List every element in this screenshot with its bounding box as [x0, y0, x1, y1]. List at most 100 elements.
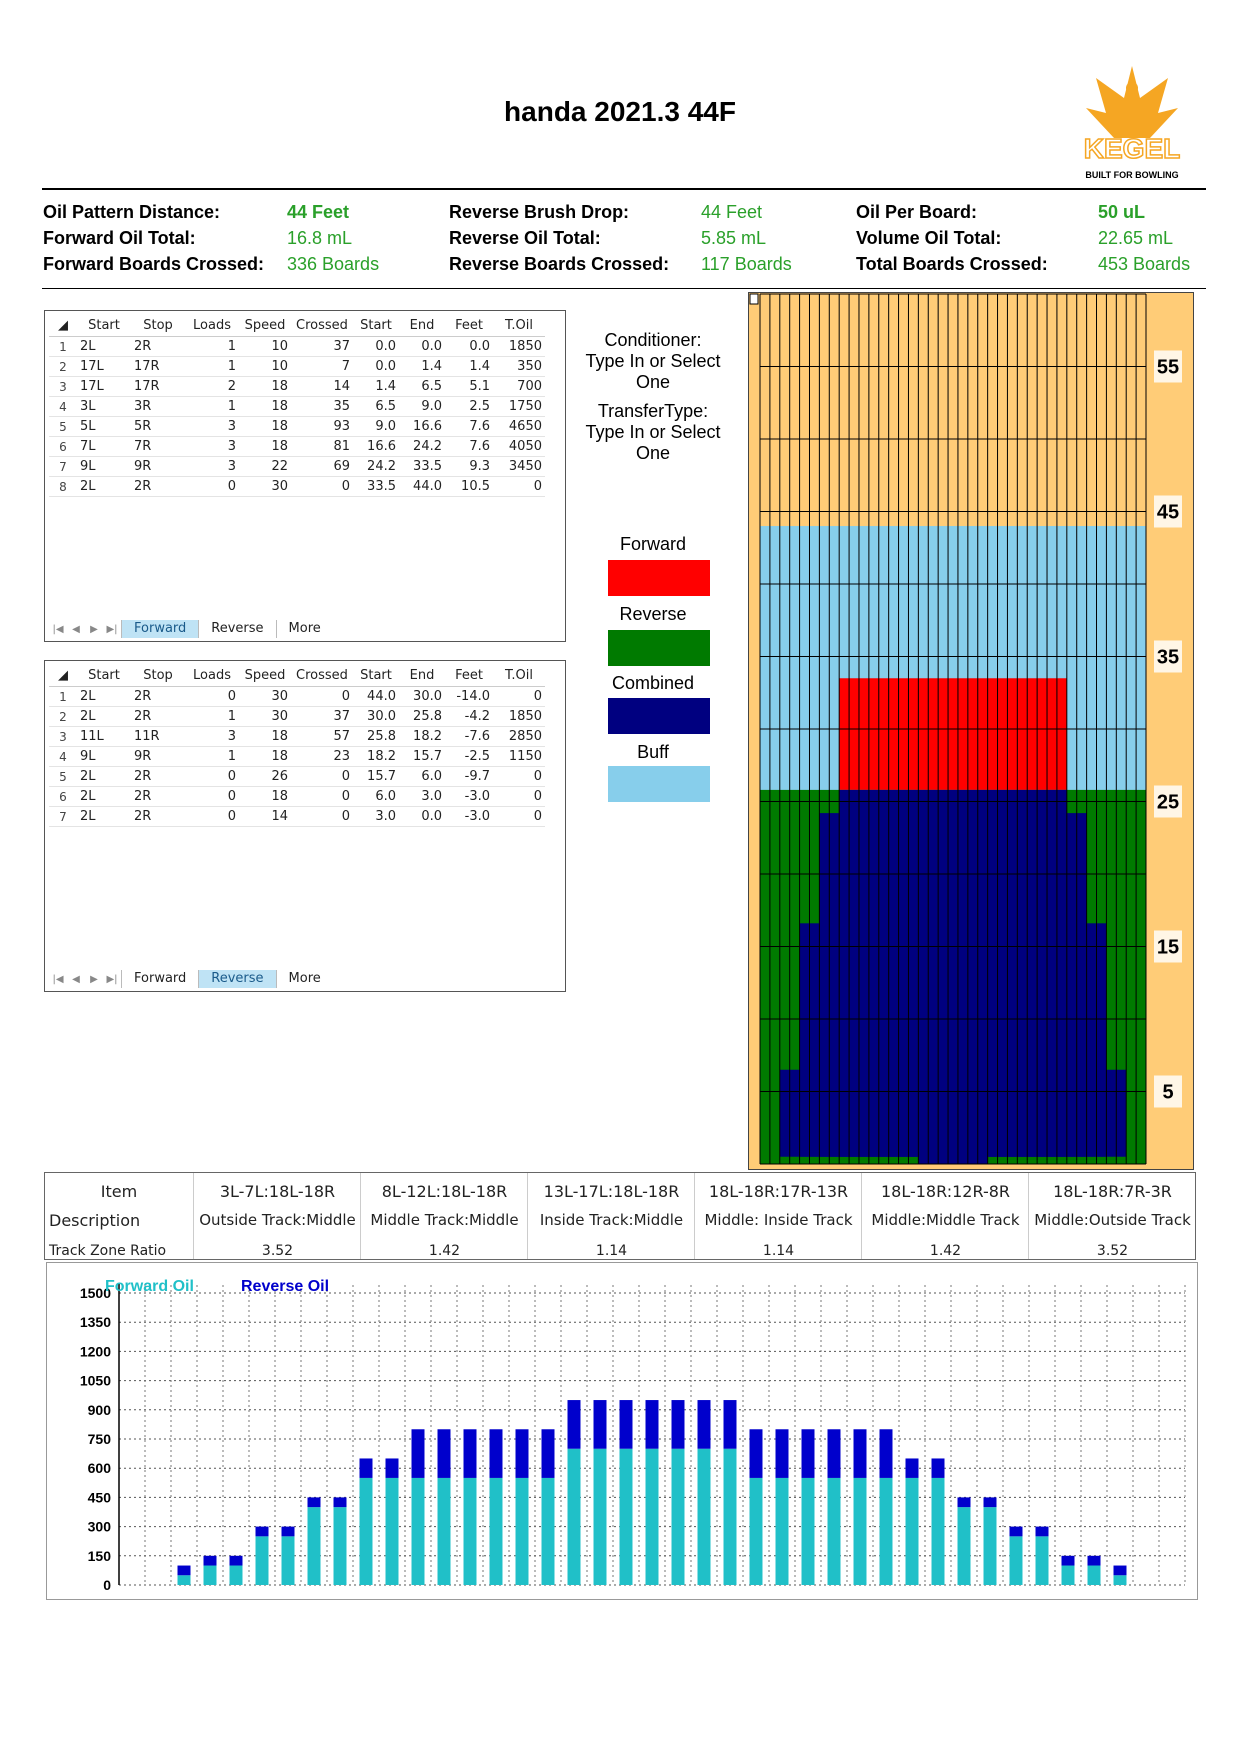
- table-row[interactable]: 2 2L 2R 1 30 37 30.0 25.8 -4.2 1850: [49, 706, 545, 727]
- table-cell[interactable]: 0: [185, 786, 239, 807]
- table-cell[interactable]: 0: [493, 786, 545, 807]
- table-cell[interactable]: 3: [185, 456, 239, 477]
- tab-more[interactable]: More: [275, 620, 333, 638]
- table-cell[interactable]: 0: [291, 786, 353, 807]
- table-cell[interactable]: 25.8: [399, 706, 445, 727]
- table-cell[interactable]: 3R: [131, 396, 185, 417]
- table-cell[interactable]: 2L: [77, 706, 131, 727]
- table-cell[interactable]: 5L: [77, 416, 131, 437]
- table-cell[interactable]: 44.0: [399, 476, 445, 497]
- table-cell[interactable]: 26: [239, 766, 291, 787]
- tab-forward[interactable]: Forward: [121, 620, 199, 638]
- table-cell[interactable]: 2R: [131, 806, 185, 827]
- table-cell[interactable]: 0: [291, 806, 353, 827]
- first-sheet-icon[interactable]: |◀: [49, 974, 67, 985]
- table-cell[interactable]: 18: [239, 786, 291, 807]
- table-cell[interactable]: 0: [291, 476, 353, 497]
- table-cell[interactable]: 0: [291, 686, 353, 707]
- table-cell[interactable]: 2.5: [445, 396, 493, 417]
- table-cell[interactable]: 22: [239, 456, 291, 477]
- table-cell[interactable]: 25.8: [353, 726, 399, 747]
- table-row[interactable]: 4 3L 3R 1 18 35 6.5 9.0 2.5 1750: [49, 396, 545, 417]
- table-cell[interactable]: 4050: [493, 436, 545, 457]
- table-cell[interactable]: 18: [239, 396, 291, 417]
- table-cell[interactable]: 7.6: [445, 436, 493, 457]
- tab-reverse[interactable]: Reverse: [198, 970, 276, 988]
- tab-forward[interactable]: Forward: [121, 970, 198, 988]
- table-row[interactable]: 5 5L 5R 3 18 93 9.0 16.6 7.6 4650: [49, 416, 545, 437]
- table-cell[interactable]: 15.7: [353, 766, 399, 787]
- table-cell[interactable]: 1.4: [399, 356, 445, 377]
- table-cell[interactable]: 11R: [131, 726, 185, 747]
- table-cell[interactable]: -3.0: [445, 786, 493, 807]
- table-cell[interactable]: 6.0: [353, 786, 399, 807]
- table-cell[interactable]: -4.2: [445, 706, 493, 727]
- table-cell[interactable]: 30.0: [399, 686, 445, 707]
- table-cell[interactable]: 5R: [131, 416, 185, 437]
- table-cell[interactable]: 0.0: [399, 806, 445, 827]
- table-row[interactable]: 7 2L 2R 0 14 0 3.0 0.0 -3.0 0: [49, 806, 545, 827]
- table-cell[interactable]: 1: [185, 396, 239, 417]
- table-row[interactable]: 6 2L 2R 0 18 0 6.0 3.0 -3.0 0: [49, 786, 545, 807]
- table-cell[interactable]: 3.0: [399, 786, 445, 807]
- table-cell[interactable]: 17L: [77, 376, 131, 397]
- table-cell[interactable]: 2R: [131, 336, 185, 357]
- table-cell[interactable]: 0.0: [353, 336, 399, 357]
- table-cell[interactable]: 1: [185, 706, 239, 727]
- table-cell[interactable]: 0: [493, 806, 545, 827]
- table-cell[interactable]: 33.5: [399, 456, 445, 477]
- table-cell[interactable]: 18.2: [353, 746, 399, 767]
- table-cell[interactable]: 7: [291, 356, 353, 377]
- prev-sheet-icon[interactable]: ◀: [67, 974, 85, 985]
- table-cell[interactable]: 16.6: [399, 416, 445, 437]
- table-cell[interactable]: 24.2: [353, 456, 399, 477]
- table-cell[interactable]: 17R: [131, 356, 185, 377]
- table-cell[interactable]: 18: [239, 746, 291, 767]
- table-row[interactable]: 1 2L 2R 1 10 37 0.0 0.0 0.0 1850: [49, 336, 545, 357]
- conditioner-select[interactable]: Type In or Select: [553, 351, 753, 372]
- table-cell[interactable]: 2R: [131, 706, 185, 727]
- table-cell[interactable]: 15.7: [399, 746, 445, 767]
- table-cell[interactable]: 700: [493, 376, 545, 397]
- prev-sheet-icon[interactable]: ◀: [67, 624, 85, 635]
- table-cell[interactable]: 1150: [493, 746, 545, 767]
- next-sheet-icon[interactable]: ▶: [85, 624, 103, 635]
- table-row[interactable]: 2 17L 17R 1 10 7 0.0 1.4 1.4 350: [49, 356, 545, 377]
- table-cell[interactable]: -2.5: [445, 746, 493, 767]
- table-cell[interactable]: 9R: [131, 456, 185, 477]
- table-cell[interactable]: 4650: [493, 416, 545, 437]
- transfer-select[interactable]: Type In or Select: [553, 422, 753, 443]
- table-cell[interactable]: 18: [239, 436, 291, 457]
- table-cell[interactable]: 1: [185, 746, 239, 767]
- table-cell[interactable]: 2L: [77, 786, 131, 807]
- table-cell[interactable]: 14: [291, 376, 353, 397]
- table-cell[interactable]: 6.5: [353, 396, 399, 417]
- table-cell[interactable]: 9.3: [445, 456, 493, 477]
- table-cell[interactable]: 2R: [131, 766, 185, 787]
- last-sheet-icon[interactable]: ▶|: [103, 974, 121, 985]
- table-cell[interactable]: 24.2: [399, 436, 445, 457]
- table-cell[interactable]: -3.0: [445, 806, 493, 827]
- table-cell[interactable]: 17L: [77, 356, 131, 377]
- table-cell[interactable]: 7L: [77, 436, 131, 457]
- table-cell[interactable]: 6.0: [399, 766, 445, 787]
- table-cell[interactable]: 2R: [131, 786, 185, 807]
- table-cell[interactable]: 1.4: [445, 356, 493, 377]
- table-cell[interactable]: 10.5: [445, 476, 493, 497]
- table-cell[interactable]: 69: [291, 456, 353, 477]
- table-cell[interactable]: 350: [493, 356, 545, 377]
- table-cell[interactable]: 44.0: [353, 686, 399, 707]
- table-cell[interactable]: 37: [291, 706, 353, 727]
- table-cell[interactable]: 10: [239, 336, 291, 357]
- table-cell[interactable]: 3: [185, 436, 239, 457]
- table-cell[interactable]: 2L: [77, 686, 131, 707]
- table-cell[interactable]: 18: [239, 726, 291, 747]
- table-cell[interactable]: 0: [291, 766, 353, 787]
- table-cell[interactable]: 14: [239, 806, 291, 827]
- table-row[interactable]: 5 2L 2R 0 26 0 15.7 6.0 -9.7 0: [49, 766, 545, 787]
- table-cell[interactable]: 10: [239, 356, 291, 377]
- table-cell[interactable]: 30: [239, 686, 291, 707]
- table-cell[interactable]: 23: [291, 746, 353, 767]
- table-cell[interactable]: 1: [185, 356, 239, 377]
- table-cell[interactable]: 30.0: [353, 706, 399, 727]
